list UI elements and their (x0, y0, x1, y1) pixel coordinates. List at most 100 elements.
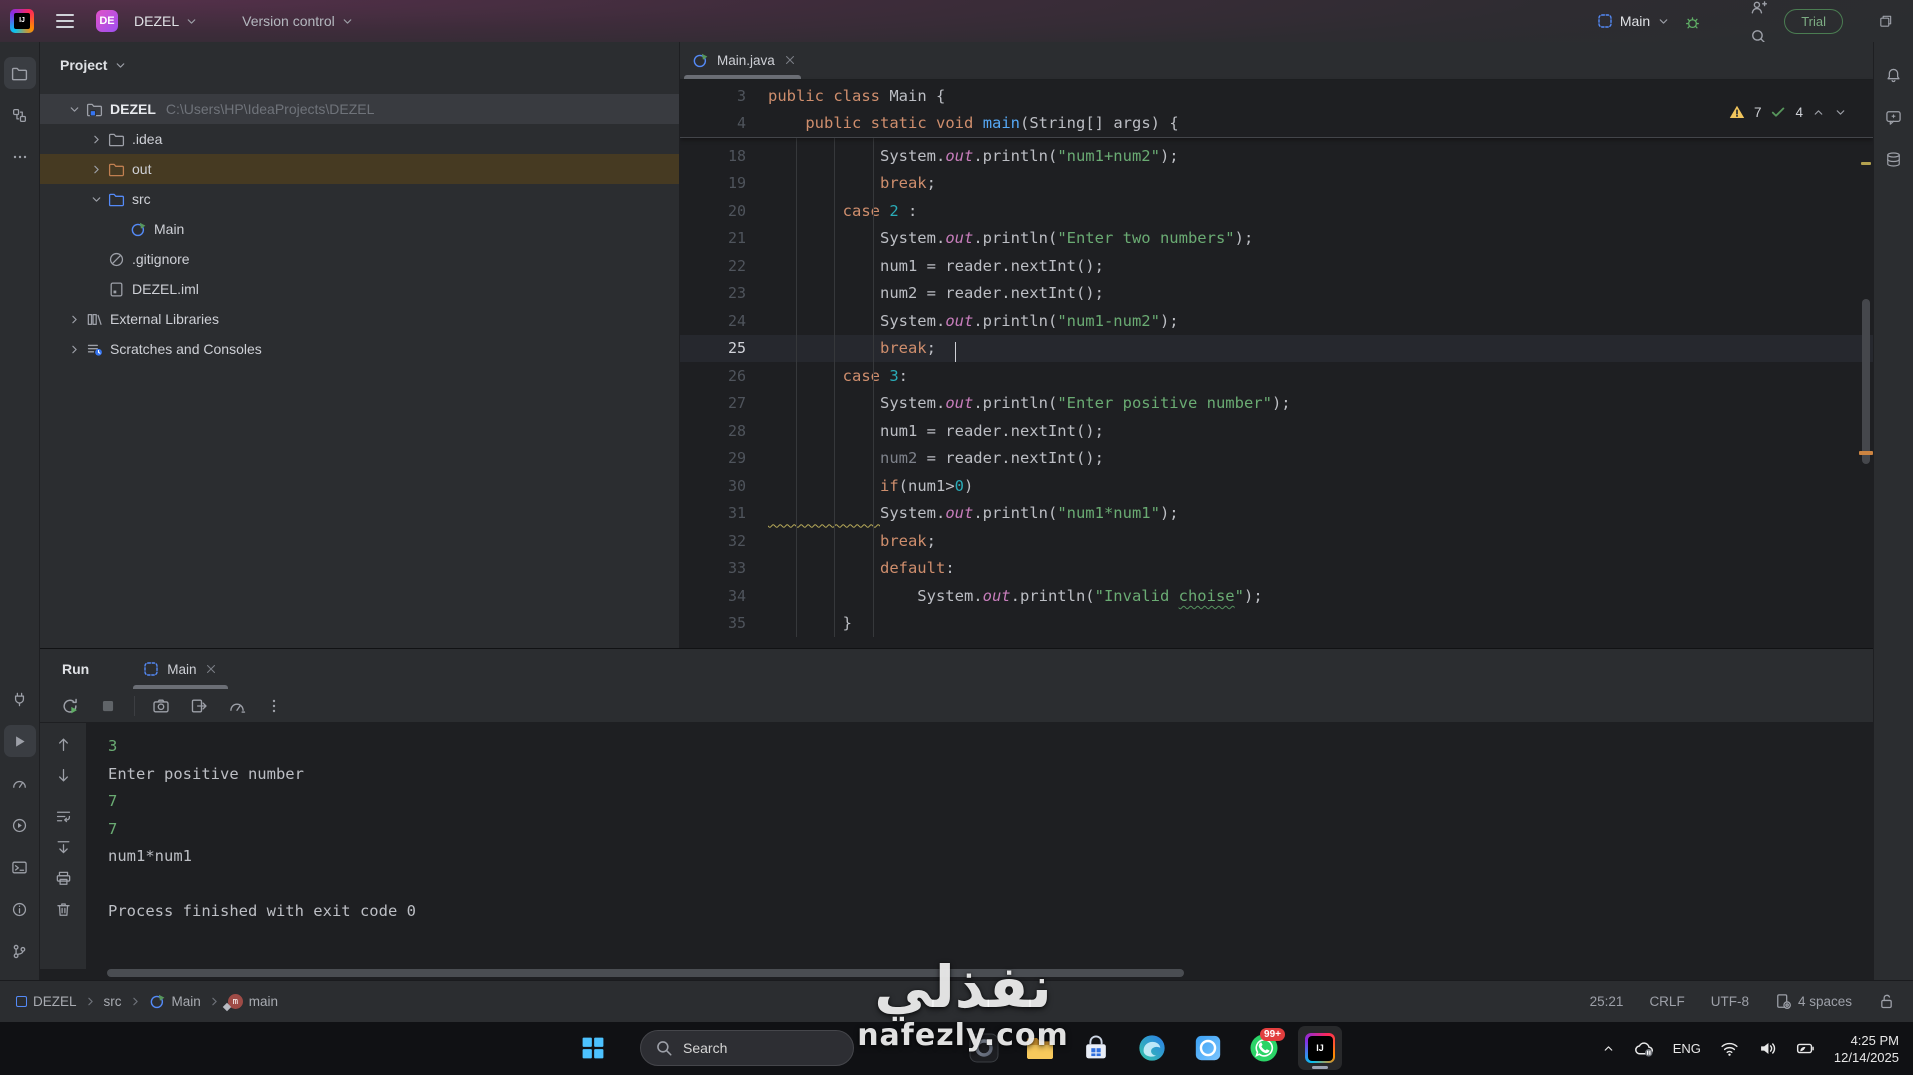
windows-start-button[interactable] (571, 1026, 615, 1070)
arrow-up-button[interactable] (51, 732, 76, 757)
whatsapp-taskbar-button[interactable]: 99+ (1242, 1026, 1286, 1070)
chevron-right-icon[interactable] (64, 343, 84, 356)
code-line[interactable]: 20 case 2 : (680, 197, 1873, 225)
more-tools-button[interactable] (4, 141, 36, 173)
store-taskbar-button[interactable] (1074, 1026, 1118, 1070)
code-text[interactable]: break; (768, 339, 957, 363)
code-text[interactable]: case 2 : (768, 202, 918, 220)
debug-button[interactable] (1678, 8, 1707, 37)
tab-main-java[interactable]: Main.java (680, 42, 811, 79)
code-line[interactable]: 25 break; (680, 334, 1873, 363)
code-line[interactable]: 22 num1 = reader.nextInt(); (680, 252, 1873, 280)
code-text[interactable]: num2 = reader.nextInt(); (768, 449, 1104, 467)
hamburger-menu-icon[interactable] (56, 14, 74, 28)
camera-button[interactable] (149, 694, 173, 718)
line-number[interactable]: 32 (680, 532, 768, 550)
code-line[interactable]: 4 public static void main(String[] args)… (680, 110, 1873, 138)
code-text[interactable]: break; (768, 174, 936, 192)
run-tab-main[interactable]: Main (131, 649, 230, 689)
code-text[interactable]: public static void main(String[] args) { (768, 114, 1178, 132)
unlock-icon[interactable] (1878, 993, 1895, 1010)
code-text[interactable]: System.out.println("num1*num1"); (768, 504, 1179, 522)
print-button[interactable] (51, 866, 76, 891)
code-text[interactable]: num2 = reader.nextInt(); (768, 284, 1104, 302)
project-panel-header[interactable]: Project (40, 42, 679, 73)
chevron-down-icon[interactable] (64, 103, 84, 116)
breadcrumb-dezel[interactable]: DEZEL (16, 994, 77, 1009)
chevron-right-icon[interactable] (64, 313, 84, 326)
line-number[interactable]: 31 (680, 504, 768, 522)
close-icon[interactable] (783, 53, 797, 67)
onedrive-icon[interactable] (1634, 1039, 1654, 1059)
code-text[interactable]: System.out.println("num1-num2"); (768, 312, 1179, 330)
code-line[interactable]: 21 System.out.println("Enter two numbers… (680, 225, 1873, 253)
project-switcher[interactable]: DEZEL (126, 8, 206, 34)
clock[interactable]: 4:25 PM 12/14/2025 (1834, 1032, 1899, 1066)
copilot-taskbar-button[interactable] (962, 1026, 1006, 1070)
problems-tool-button[interactable] (4, 893, 36, 925)
inspections-widget[interactable]: 7 4 (1729, 104, 1847, 120)
build-tool-button[interactable] (4, 683, 36, 715)
tree-item-dezel[interactable]: DEZEL C:\Users\HP\IdeaProjects\DEZEL (40, 94, 679, 124)
chevron-down-icon[interactable] (86, 193, 106, 206)
ai-chat-button[interactable] (1878, 101, 1910, 133)
breadcrumb-main[interactable]: m main (227, 994, 278, 1009)
file-encoding[interactable]: UTF-8 (1711, 994, 1749, 1009)
code-text[interactable]: System.out.println("Enter positive numbe… (768, 394, 1291, 412)
line-number[interactable]: 30 (680, 477, 768, 495)
code-line[interactable]: 28 num1 = reader.nextInt(); (680, 417, 1873, 445)
code-line[interactable]: 26 case 3: (680, 362, 1873, 390)
console-horizontal-scrollbar[interactable] (107, 969, 1184, 977)
line-number[interactable]: 3 (680, 87, 768, 105)
run-console[interactable]: 3 Enter positive number 7 7 num1*num1 Proces… (86, 723, 1873, 969)
run-tool-button[interactable] (3, 725, 36, 757)
code-line[interactable]: 19 break; (680, 170, 1873, 198)
trial-badge[interactable]: Trial (1784, 8, 1843, 34)
code-viewport[interactable]: 18 System.out.println("num1+num2"); 19 br… (680, 138, 1873, 637)
taskbar-search-box[interactable]: Search (640, 1030, 854, 1066)
scroll-to-end-button[interactable] (51, 835, 76, 860)
code-text[interactable]: if(num1>0) (768, 477, 973, 495)
clear-all-button[interactable] (51, 897, 76, 922)
tree-item-main[interactable]: Main (40, 214, 679, 244)
tree-item--gitignore[interactable]: .gitignore (40, 244, 679, 274)
volume-icon[interactable] (1758, 1039, 1777, 1058)
line-number[interactable]: 28 (680, 422, 768, 440)
notifications-button[interactable] (1878, 59, 1910, 91)
services-tool-button[interactable] (4, 809, 36, 841)
line-number[interactable]: 33 (680, 559, 768, 577)
battery-icon[interactable] (1796, 1039, 1815, 1058)
code-text[interactable]: System.out.println("num1+num2"); (768, 147, 1179, 165)
line-number[interactable]: 25 (680, 339, 768, 357)
code-with-me-button[interactable] (1744, 0, 1773, 22)
terminal-tool-button[interactable] (4, 851, 36, 883)
chevron-right-icon[interactable] (86, 133, 106, 146)
breadcrumb-src[interactable]: src (104, 994, 122, 1009)
chevron-right-icon[interactable] (86, 163, 106, 176)
open-results-button[interactable] (187, 694, 211, 718)
breadcrumb-main[interactable]: Main (149, 993, 201, 1010)
code-line[interactable]: 18 System.out.println("num1+num2"); (680, 142, 1873, 170)
database-tool-button[interactable] (1878, 143, 1910, 175)
line-number[interactable]: 35 (680, 614, 768, 632)
project-tool-button[interactable] (3, 57, 36, 89)
profiler-snapshot-button[interactable] (225, 694, 249, 718)
soft-wrap-button[interactable] (51, 804, 76, 829)
code-line[interactable]: 23 num2 = reader.nextInt(); (680, 280, 1873, 308)
tree-item-src[interactable]: src (40, 184, 679, 214)
code-text[interactable]: System.out.println("Enter two numbers"); (768, 229, 1253, 247)
code-line[interactable]: 35 } (680, 610, 1873, 638)
code-text[interactable]: break; (768, 532, 936, 550)
code-line[interactable]: 29 num2 = reader.nextInt(); (680, 445, 1873, 473)
run-configuration-selector[interactable]: Main (1589, 8, 1678, 34)
tree-item-scratches-and-consoles[interactable]: Scratches and Consoles (40, 334, 679, 364)
line-number[interactable]: 34 (680, 587, 768, 605)
code-line[interactable]: 31 System.out.println("num1*num1"); (680, 500, 1873, 528)
code-text[interactable]: System.out.println("Invalid choise"); (768, 587, 1262, 605)
edge-taskbar-button[interactable] (1130, 1026, 1174, 1070)
code-line[interactable]: 24 System.out.println("num1-num2"); (680, 307, 1873, 335)
code-line[interactable]: 3 public class Main { (680, 82, 1873, 110)
code-text[interactable]: public class Main { (768, 87, 945, 105)
tree-item-external-libraries[interactable]: External Libraries (40, 304, 679, 334)
photos-taskbar-button[interactable] (1186, 1026, 1230, 1070)
